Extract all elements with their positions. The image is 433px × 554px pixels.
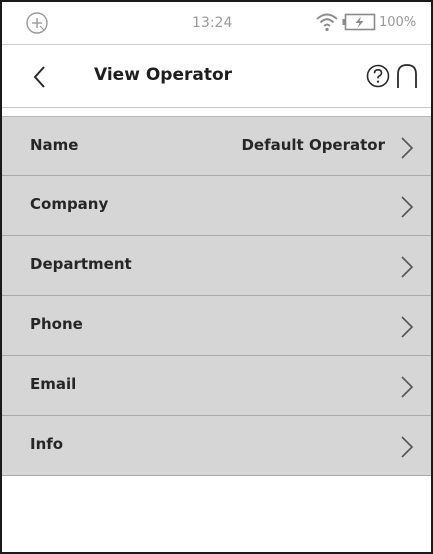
battery-charging-icon [342,13,376,31]
device-screen: 13:24 100% View Operator Name Default Op… [0,0,433,554]
list-item-name[interactable]: Name Default Operator [2,116,431,176]
list-item-phone[interactable]: Phone [2,296,431,356]
list-item-email[interactable]: Email [2,356,431,416]
help-circle-icon[interactable] [365,63,391,89]
battery-percent: 100% [379,15,417,30]
back-chevron-icon[interactable] [28,62,52,92]
list-item-info[interactable]: Info [2,416,431,476]
chevron-right-icon [401,137,414,159]
list-item-value: Default Operator [241,136,385,154]
wifi-icon [316,13,338,32]
add-circle-icon [26,12,48,34]
status-bar: 13:24 100% [2,2,431,44]
chevron-right-icon [401,376,414,398]
chevron-right-icon [401,196,414,218]
chevron-right-icon [401,436,414,458]
list-item-label: Info [30,435,64,453]
status-time: 13:24 [192,15,233,31]
page-title: View Operator [94,65,233,85]
operator-field-list: Name Default Operator Company Department… [2,116,431,476]
chevron-right-icon [401,256,414,278]
home-arch-icon[interactable] [395,62,419,90]
list-item-label: Name [30,136,79,154]
list-item-department[interactable]: Department [2,236,431,296]
empty-content-area [2,482,431,552]
chevron-right-icon [401,316,414,338]
list-item-label: Company [30,195,109,213]
list-item-label: Email [30,375,77,393]
list-item-company[interactable]: Company [2,176,431,236]
list-item-label: Phone [30,315,83,333]
header-bar: View Operator [2,44,431,108]
list-item-label: Department [30,255,132,273]
